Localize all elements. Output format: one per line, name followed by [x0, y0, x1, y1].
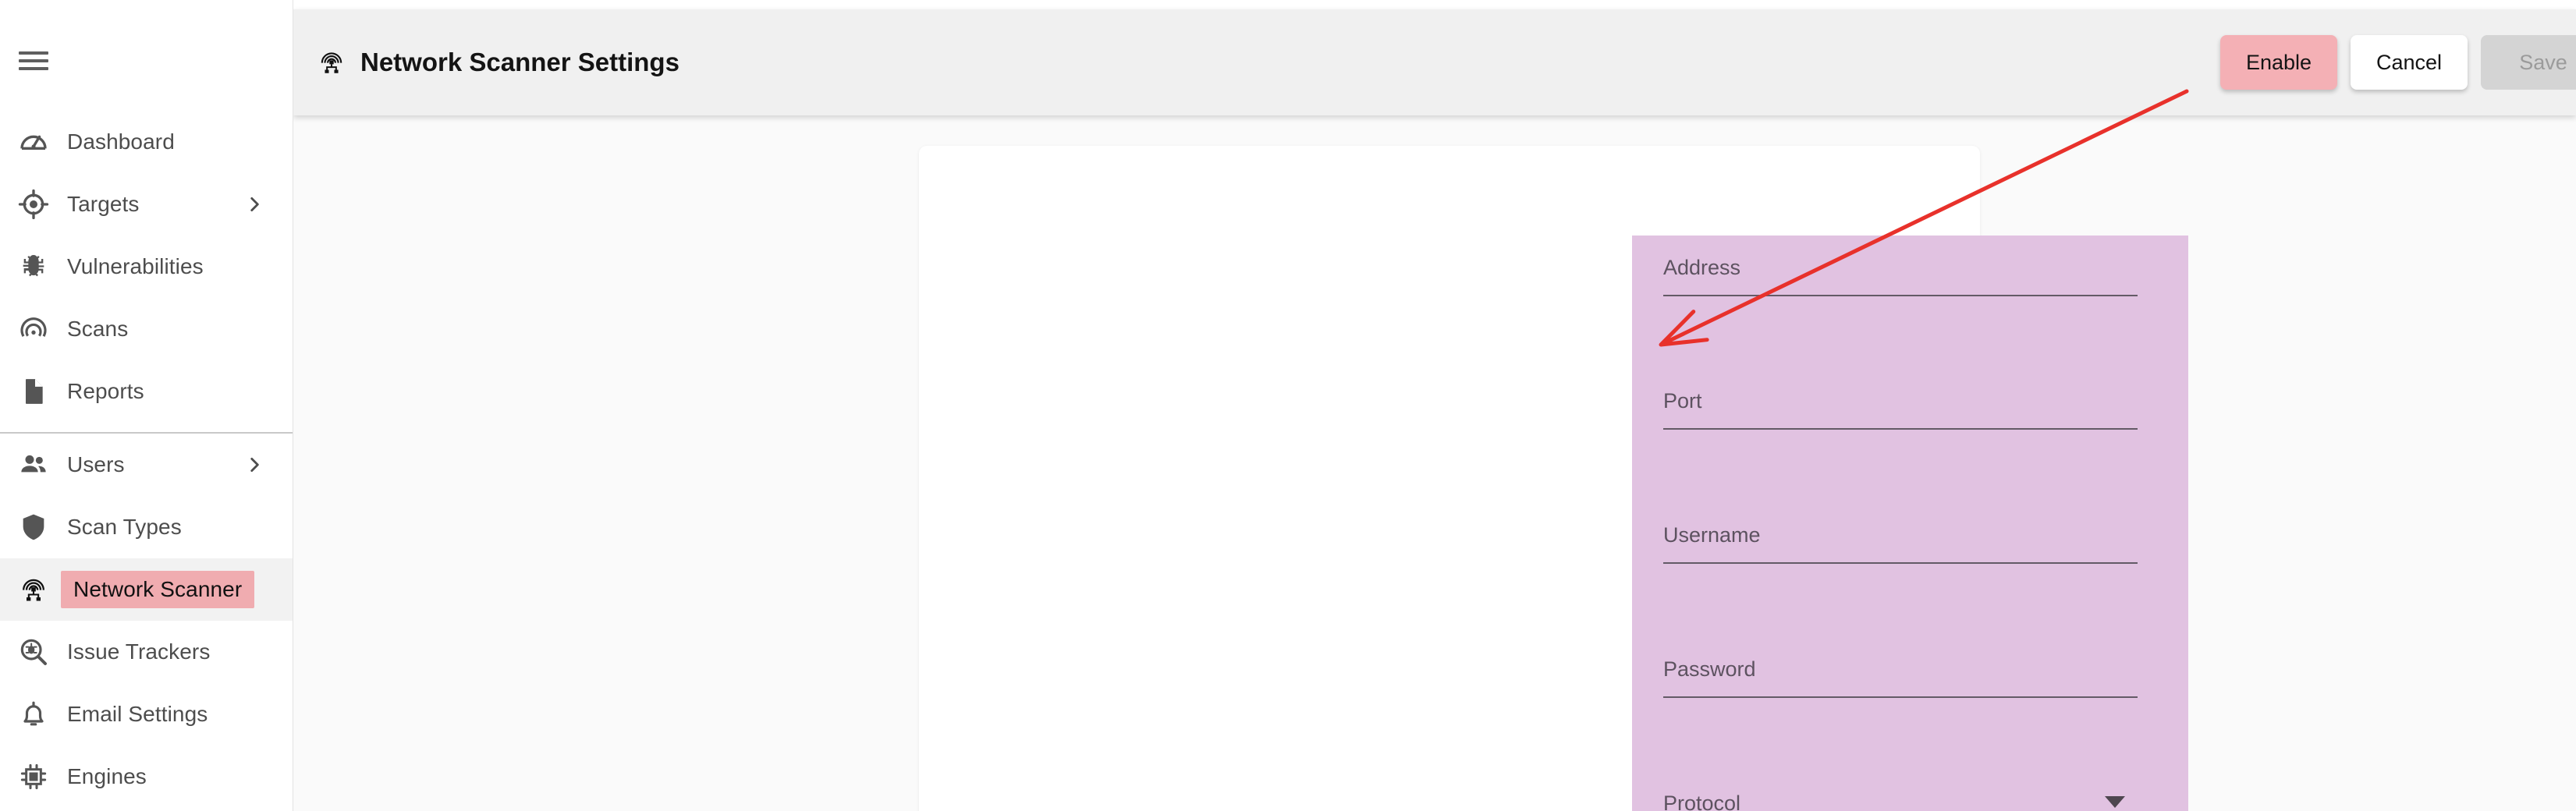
sidebar-item-network-scanner[interactable]: Network Scanner — [0, 558, 293, 621]
scanner-settings-form: Address Port Username Password Protocol — [1632, 236, 2188, 811]
header-actions: Enable Cancel Save — [2220, 35, 2576, 90]
sidebar-item-label: Users — [67, 452, 125, 476]
shield-icon — [17, 511, 50, 544]
bell-icon — [17, 698, 50, 731]
field-port[interactable]: Port — [1663, 391, 2138, 430]
sidebar-item-label: Targets — [67, 192, 140, 216]
radar-icon — [17, 313, 50, 345]
chevron-right-icon[interactable] — [244, 455, 264, 475]
sidebar-item-scan-types[interactable]: Scan Types — [0, 496, 293, 558]
field-password[interactable]: Password — [1663, 659, 2138, 698]
sidebar-item-dashboard[interactable]: Dashboard — [0, 111, 293, 173]
field-underline — [1663, 295, 2138, 296]
field-username[interactable]: Username — [1663, 525, 2138, 564]
settings-card: Address Port Username Password Protocol — [919, 146, 2188, 811]
field-label: Password — [1663, 657, 1756, 681]
field-underline — [1663, 428, 2138, 430]
sidebar-item-label: Reports — [67, 379, 144, 403]
sidebar-item-label: Dashboard — [67, 129, 175, 154]
sidebar-item-label: Email Settings — [67, 702, 208, 726]
users-icon — [17, 448, 50, 481]
sidebar-item-label: Engines — [67, 764, 147, 788]
sidebar-item-targets[interactable]: Targets — [0, 173, 293, 236]
sidebar-item-users[interactable]: Users — [0, 434, 293, 496]
sidebar-item-label: Scans — [67, 317, 129, 341]
hamburger-bar — [19, 51, 48, 55]
sidebar-item-scans[interactable]: Scans — [0, 298, 293, 360]
chevron-right-icon[interactable] — [244, 194, 264, 214]
sidebar-item-issue-trackers[interactable]: Issue Trackers — [0, 621, 293, 683]
app-window: Dashboard Targets Vulnerabilities Scans … — [0, 0, 2576, 811]
sidebar-item-label: Scan Types — [67, 515, 182, 539]
cancel-button[interactable]: Cancel — [2351, 35, 2468, 90]
main-content: Address Port Username Password Protocol — [293, 115, 2576, 811]
hamburger-menu-icon[interactable] — [19, 48, 50, 73]
page-title: Network Scanner Settings — [360, 48, 679, 76]
sidebar: Dashboard Targets Vulnerabilities Scans … — [0, 0, 293, 811]
save-button[interactable]: Save — [2481, 35, 2576, 90]
sidebar-primary-nav: Dashboard Targets Vulnerabilities Scans … — [0, 111, 293, 423]
hamburger-bar — [19, 59, 48, 62]
field-underline — [1663, 696, 2138, 698]
field-label: Port — [1663, 389, 1702, 413]
sidebar-secondary-nav: Users Scan Types Network Scanner Issue T… — [0, 434, 293, 808]
field-label: Protocol — [1663, 792, 1741, 811]
field-protocol[interactable]: Protocol — [1663, 793, 2138, 811]
hamburger-bar — [19, 67, 48, 70]
sidebar-item-vulnerabilities[interactable]: Vulnerabilities — [0, 236, 293, 298]
chip-icon — [17, 760, 50, 793]
network-scanner-icon — [17, 573, 50, 606]
sidebar-item-label: Network Scanner — [61, 571, 255, 608]
network-scanner-icon — [315, 46, 348, 79]
page-header: Network Scanner Settings Enable Cancel S… — [293, 9, 2576, 115]
field-underline — [1663, 562, 2138, 564]
field-label: Address — [1663, 256, 1741, 279]
document-icon — [17, 375, 50, 408]
sidebar-item-label: Vulnerabilities — [67, 254, 204, 278]
sidebar-item-email-settings[interactable]: Email Settings — [0, 683, 293, 745]
field-label: Username — [1663, 523, 1761, 547]
sidebar-item-engines[interactable]: Engines — [0, 745, 293, 808]
sidebar-item-reports[interactable]: Reports — [0, 360, 293, 423]
gauge-icon — [17, 126, 50, 158]
bug-search-icon — [17, 636, 50, 668]
crosshair-icon — [17, 188, 50, 221]
chevron-down-icon[interactable] — [2105, 796, 2125, 808]
sidebar-item-label: Issue Trackers — [67, 639, 211, 664]
field-address[interactable]: Address — [1663, 257, 2138, 296]
header-title-group: Network Scanner Settings — [315, 30, 679, 94]
bug-icon — [17, 250, 50, 283]
enable-button[interactable]: Enable — [2220, 35, 2337, 90]
